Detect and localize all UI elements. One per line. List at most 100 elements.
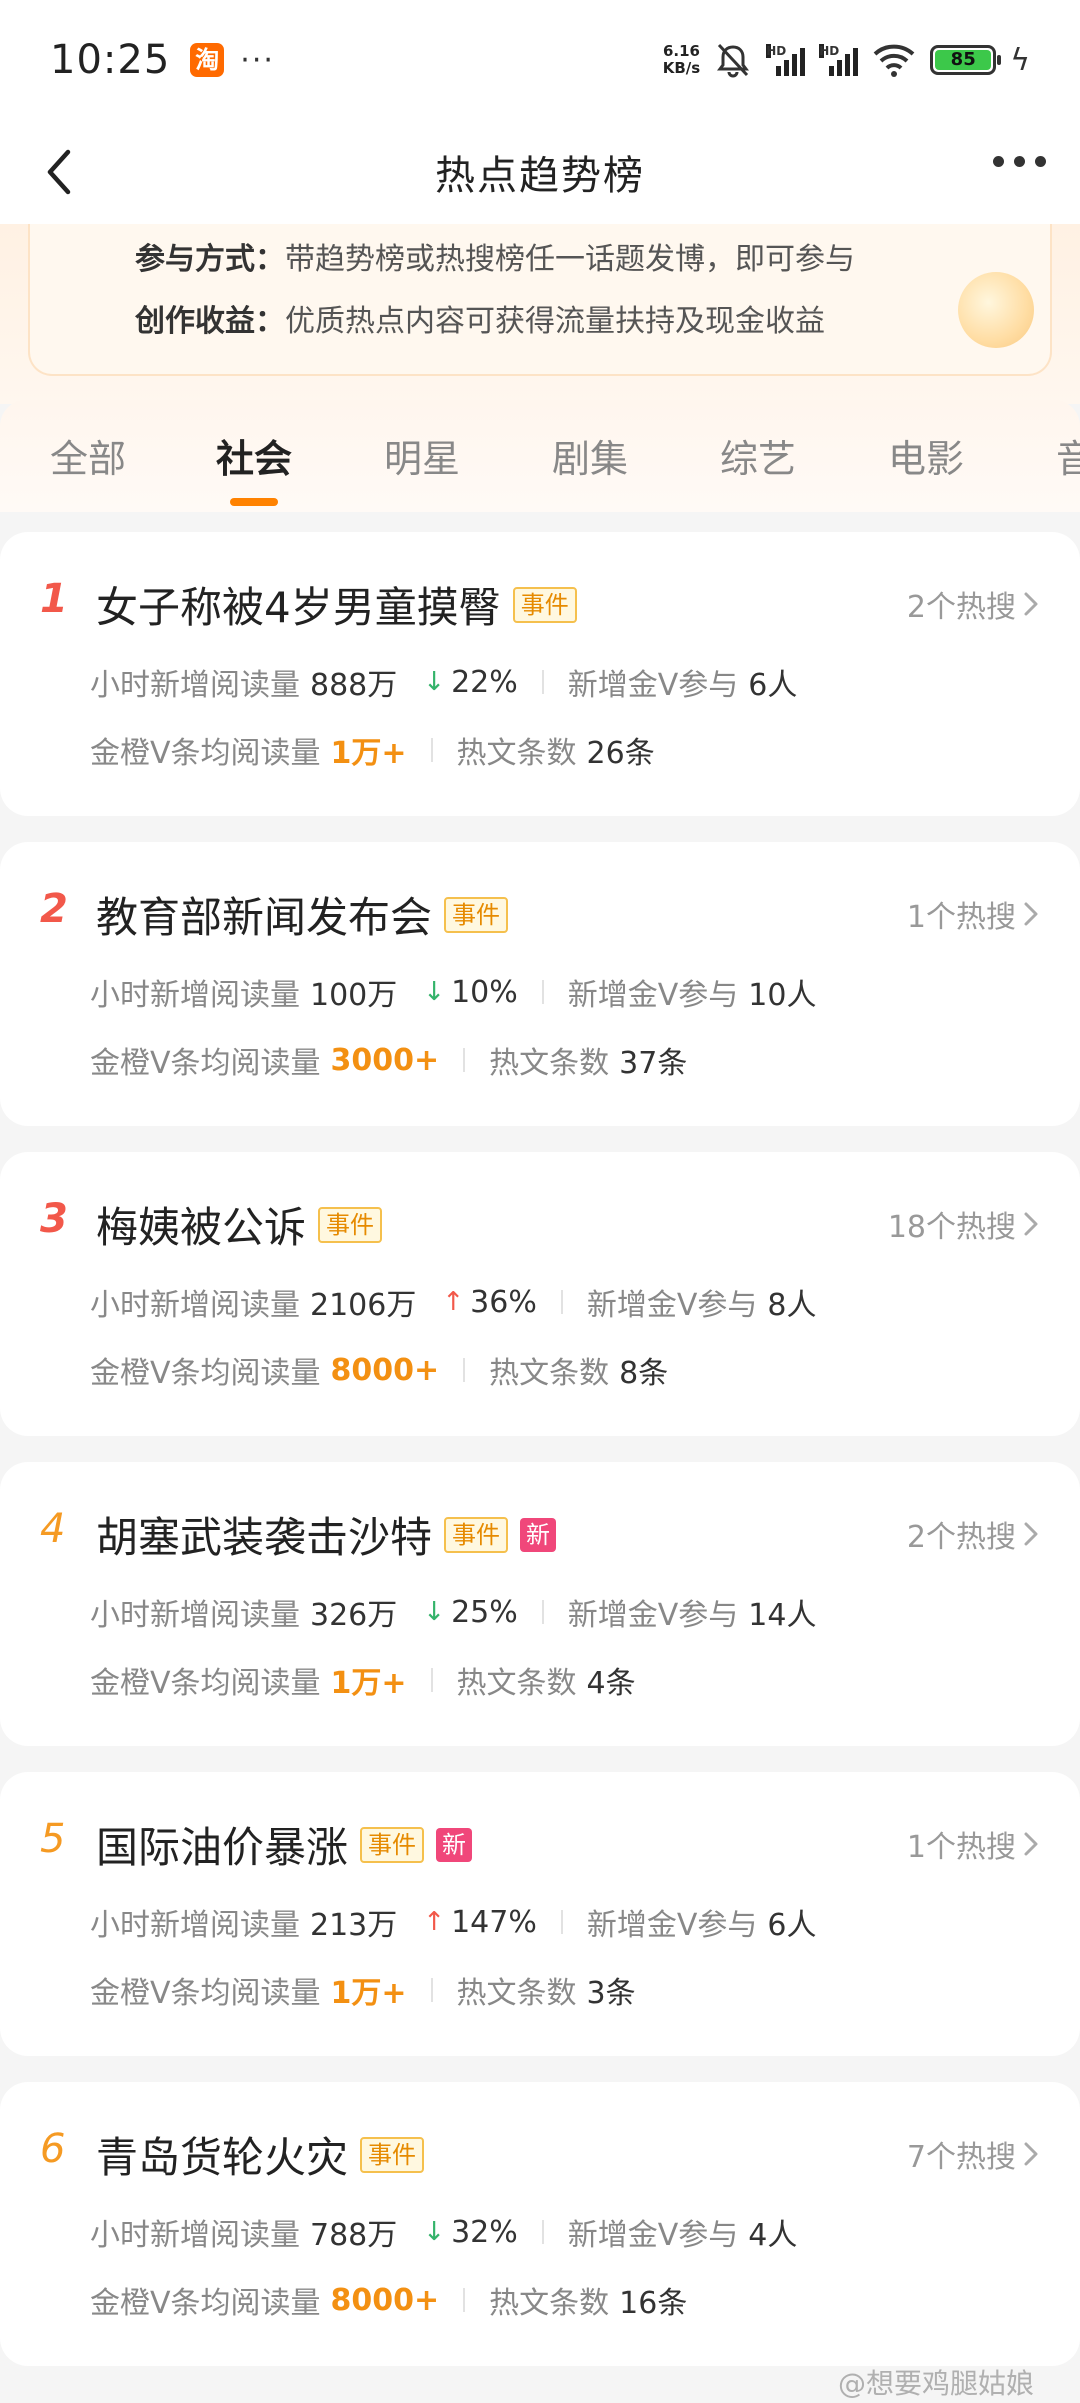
hourly-reads-label: 小时新增阅读量 (90, 1908, 300, 1943)
participation-text: 带趋势榜或热搜榜任一话题发博，即可参与 (285, 242, 855, 277)
topic-title[interactable]: 国际油价暴涨 (96, 1814, 348, 1875)
divider (560, 1910, 563, 1934)
new-vip-label: 新增金V参与 (567, 1598, 739, 1633)
battery-level: 85 (935, 50, 992, 70)
chevron-right-icon (1024, 1212, 1038, 1236)
hot-search-link[interactable]: 2个热搜 (907, 1512, 1040, 1556)
event-tag: 事件 (444, 1516, 509, 1553)
hot-posts-label: 热文条数 (489, 2286, 610, 2321)
new-vip-label: 新增金V参与 (586, 1288, 758, 1323)
trend-down-icon: ↓ (423, 977, 446, 1007)
new-vip-value: 10人 (748, 978, 817, 1013)
participation-line: 参与方式：带趋势榜或热搜榜任一话题发博，即可参与 (135, 234, 855, 278)
hourly-reads-value: 2106万 (310, 1288, 417, 1323)
title-row: 胡塞武装袭击沙特 事件 新 (96, 1504, 557, 1565)
stats-row-1: 小时新增阅读量 888万 ↓ 22% 新增金V参与 6人 (90, 660, 797, 704)
tab-music[interactable]: 音 (1056, 428, 1080, 483)
tab-stars[interactable]: 明星 (384, 428, 460, 483)
trend-card[interactable]: 5 国际油价暴涨 事件 新 1个热搜 小时新增阅读量 213万 ↑ 147% 新… (0, 1772, 1080, 2056)
tab-movies[interactable]: 电影 (888, 428, 964, 483)
active-tab-indicator (230, 498, 278, 506)
hourly-reads-label: 小时新增阅读量 (90, 2218, 300, 2253)
tab-all[interactable]: 全部 (50, 428, 126, 483)
tab-variety[interactable]: 综艺 (720, 428, 796, 483)
status-time: 10:25 (50, 37, 171, 83)
hot-posts-value: 8条 (619, 1356, 669, 1391)
new-tag: 新 (436, 1827, 473, 1862)
divider (541, 2220, 544, 2244)
nav-bar: 热点趋势榜 (0, 120, 1080, 224)
hourly-reads-value: 326万 (310, 1598, 398, 1633)
trend-card[interactable]: 1 女子称被4岁男童摸臀 事件 2个热搜 小时新增阅读量 888万 ↓ 22% … (0, 532, 1080, 816)
hot-posts-value: 4条 (586, 1666, 636, 1701)
hot-search-count: 1个热搜 (906, 1830, 1016, 1865)
title-row: 教育部新闻发布会 事件 (96, 884, 509, 945)
divider (541, 1600, 544, 1624)
hot-posts-label: 热文条数 (489, 1356, 610, 1391)
new-vip-value: 4人 (748, 2218, 798, 2253)
trend-card[interactable]: 2 教育部新闻发布会 事件 1个热搜 小时新增阅读量 100万 ↓ 10% 新增… (0, 842, 1080, 1126)
trend-card[interactable]: 6 青岛货轮火灾 事件 7个热搜 小时新增阅读量 788万 ↓ 32% 新增金V… (0, 2082, 1080, 2366)
stats-row-1: 小时新增阅读量 326万 ↓ 25% 新增金V参与 14人 (90, 1590, 816, 1634)
hot-search-link[interactable]: 7个热搜 (907, 2132, 1040, 2176)
topic-title[interactable]: 教育部新闻发布会 (96, 884, 432, 945)
stats-row-2: 金橙V条均阅读量 8000+ 热文条数 8条 (90, 1348, 668, 1392)
hot-search-link[interactable]: 1个热搜 (907, 892, 1040, 936)
new-vip-value: 14人 (748, 1598, 817, 1633)
earnings-label: 创作收益： (135, 304, 285, 339)
trend-card[interactable]: 4 胡塞武装袭击沙特 事件 新 2个热搜 小时新增阅读量 326万 ↓ 25% … (0, 1462, 1080, 1746)
title-row: 梅姨被公诉 事件 (96, 1194, 383, 1255)
trend-down-icon: ↓ (423, 2217, 446, 2247)
tab-series[interactable]: 剧集 (552, 428, 628, 483)
hot-search-count: 18个热搜 (887, 1210, 1016, 1245)
stats-row-2: 金橙V条均阅读量 1万+ 热文条数 4条 (90, 1658, 636, 1702)
network-speed: 6.16 KB/s (663, 43, 700, 77)
back-arrow-icon[interactable] (34, 144, 90, 200)
hot-search-link[interactable]: 18个热搜 (888, 1202, 1040, 1246)
hot-search-link[interactable]: 2个热搜 (907, 582, 1040, 626)
trend-percent: 32% (451, 2214, 518, 2250)
hot-search-count: 2个热搜 (906, 590, 1016, 625)
stats-row-1: 小时新增阅读量 100万 ↓ 10% 新增金V参与 10人 (90, 970, 816, 1014)
event-tag: 事件 (512, 586, 577, 623)
network-speed-unit: KB/s (662, 59, 701, 77)
event-tag: 事件 (318, 1206, 383, 1243)
avg-reads-value: 1万+ (330, 1976, 407, 2011)
battery-icon: 85 (930, 45, 1002, 75)
avg-reads-label: 金橙V条均阅读量 (90, 2286, 321, 2321)
charging-icon: ϟ (1010, 42, 1030, 78)
chevron-right-icon (1024, 592, 1038, 616)
wifi-icon (873, 44, 915, 77)
divider (430, 1978, 433, 2002)
topic-title[interactable]: 女子称被4岁男童摸臀 (96, 574, 501, 635)
topic-title[interactable]: 胡塞武装袭击沙特 (96, 1504, 432, 1565)
tab-society[interactable]: 社会 (216, 428, 292, 483)
new-vip-label: 新增金V参与 (567, 2218, 739, 2253)
participation-label: 参与方式： (135, 242, 285, 277)
avg-reads-label: 金橙V条均阅读量 (90, 736, 321, 771)
divider (430, 738, 433, 762)
rank-number: 2 (40, 886, 68, 932)
divider (541, 670, 544, 694)
avg-reads-label: 金橙V条均阅读量 (90, 1976, 321, 2011)
hot-search-link[interactable]: 1个热搜 (907, 1822, 1040, 1866)
new-vip-label: 新增金V参与 (567, 668, 739, 703)
trend-percent: 147% (451, 1904, 537, 1940)
status-more-icon: ··· (240, 42, 275, 78)
info-banner: 参与方式：带趋势榜或热搜榜任一话题发博，即可参与 创作收益：优质热点内容可获得流… (0, 224, 1080, 404)
event-tag: 事件 (360, 2136, 425, 2173)
stats-row-1: 小时新增阅读量 2106万 ↑ 36% 新增金V参与 8人 (90, 1280, 816, 1324)
more-options-icon[interactable] (993, 156, 1046, 167)
status-bar: 10:25 淘 ··· 6.16 KB/s HD HD 85 ϟ (0, 0, 1080, 120)
trend-card[interactable]: 3 梅姨被公诉 事件 18个热搜 小时新增阅读量 2106万 ↑ 36% 新增金… (0, 1152, 1080, 1436)
event-tag: 事件 (444, 896, 509, 933)
coin-decoration-icon (958, 272, 1034, 348)
hourly-reads-label: 小时新增阅读量 (90, 978, 300, 1013)
topic-title[interactable]: 青岛货轮火灾 (96, 2124, 348, 2185)
status-indicators: 6.16 KB/s HD HD 85 ϟ (663, 41, 1030, 79)
topic-title[interactable]: 梅姨被公诉 (96, 1194, 306, 1255)
hot-posts-value: 16条 (619, 2286, 688, 2321)
trend-up-icon: ↑ (442, 1287, 465, 1317)
event-tag: 事件 (360, 1826, 425, 1863)
mute-bell-icon (717, 43, 750, 78)
